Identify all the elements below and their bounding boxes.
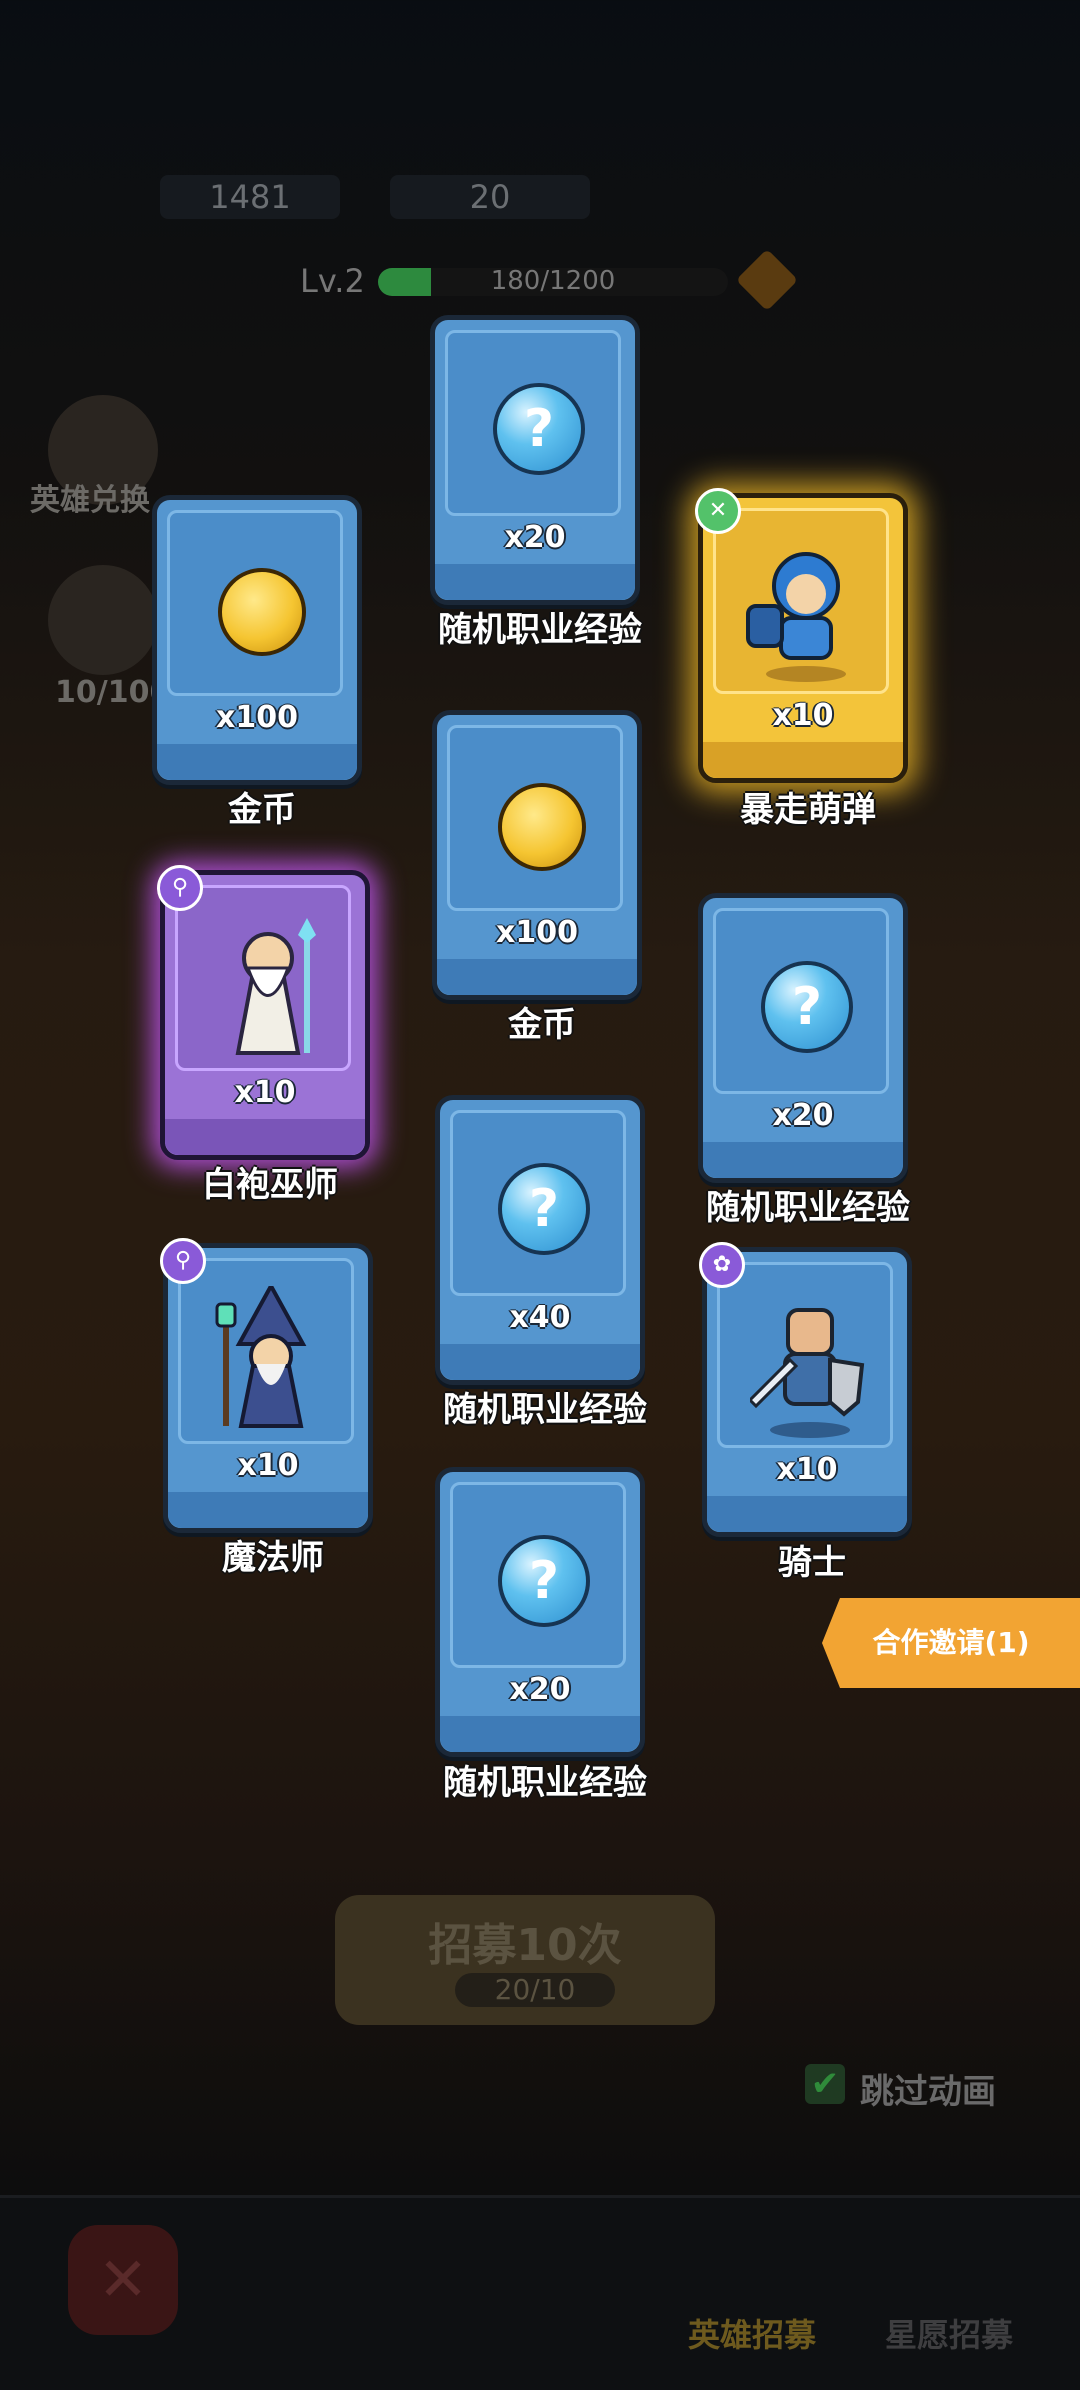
reward-card[interactable]: ? x40 bbox=[435, 1095, 645, 1385]
reward-card-legendary[interactable]: ✕ x10 bbox=[695, 488, 908, 783]
gem-count: 1481 bbox=[160, 175, 340, 219]
class-badge-icon: ✕ bbox=[695, 488, 741, 534]
tab-wish-recruit[interactable]: 星愿招募 bbox=[885, 2310, 1013, 2356]
reward-qty: x10 bbox=[234, 1075, 296, 1110]
reward-card[interactable]: x100 bbox=[152, 495, 362, 785]
skip-animation-label: 跳过动画 bbox=[860, 2072, 996, 2112]
reward-qty: x20 bbox=[509, 1672, 571, 1707]
hero-bomber-icon bbox=[746, 552, 846, 682]
xp-text: 180/1200 bbox=[490, 266, 616, 296]
reward-name: 金币 bbox=[508, 1005, 576, 1045]
class-badge-icon: ⚲ bbox=[157, 865, 203, 911]
reward-name: 随机职业经验 bbox=[443, 1763, 647, 1803]
reward-card[interactable]: ✿ x10 bbox=[699, 1242, 912, 1537]
question-orb-icon: ? bbox=[493, 383, 585, 475]
recruit-10-button[interactable]: 招募10次 20/10 bbox=[335, 1895, 715, 2025]
question-orb-icon: ? bbox=[761, 961, 853, 1053]
reward-name: 金币 bbox=[228, 790, 296, 830]
gold-coin-icon bbox=[218, 568, 306, 656]
level-label: Lv.2 bbox=[300, 262, 365, 300]
class-badge-icon: ⚲ bbox=[160, 1238, 206, 1284]
level-bar: Lv.2 180/1200 bbox=[300, 262, 730, 302]
reward-qty: x100 bbox=[496, 915, 578, 950]
checkbox-icon: ✔ bbox=[805, 2064, 845, 2104]
ticket-count: 20 bbox=[390, 175, 590, 219]
reward-name: 骑士 bbox=[778, 1543, 846, 1583]
close-icon[interactable]: ✕ bbox=[68, 2225, 178, 2335]
star-icon[interactable] bbox=[48, 565, 158, 675]
reward-card[interactable]: ? x20 bbox=[698, 893, 908, 1183]
recruit-count: 20/10 bbox=[455, 1973, 615, 2007]
reward-qty: x10 bbox=[237, 1448, 299, 1483]
coop-invite-button[interactable]: 合作邀请(1) bbox=[822, 1598, 1080, 1688]
mage-icon bbox=[215, 1286, 307, 1428]
skip-animation-toggle[interactable]: ✔ 跳过动画 bbox=[805, 2064, 1025, 2112]
reward-qty: x10 bbox=[772, 698, 834, 733]
currency-bar: 1481 20 bbox=[100, 175, 600, 225]
reward-card-epic[interactable]: ⚲ x10 bbox=[157, 865, 370, 1160]
reward-card[interactable]: ? x20 bbox=[435, 1467, 645, 1757]
reward-qty: x20 bbox=[504, 520, 566, 555]
reward-qty: x40 bbox=[509, 1300, 571, 1335]
reward-qty: x20 bbox=[772, 1098, 834, 1133]
reward-name: 魔法师 bbox=[222, 1538, 324, 1578]
reward-card[interactable]: x100 bbox=[432, 710, 642, 1000]
gold-coin-icon bbox=[498, 783, 586, 871]
knight-icon bbox=[750, 1308, 865, 1438]
white-wizard-icon bbox=[235, 918, 316, 1055]
reward-name: 白袍巫师 bbox=[202, 1165, 338, 1205]
reward-name: 随机职业经验 bbox=[443, 1390, 647, 1430]
question-orb-icon: ? bbox=[498, 1163, 590, 1255]
reward-card[interactable]: ? x20 bbox=[430, 315, 640, 605]
reward-name: 随机职业经验 bbox=[706, 1188, 910, 1228]
class-badge-icon: ✿ bbox=[699, 1242, 745, 1288]
reward-card[interactable]: ⚲ x10 bbox=[160, 1238, 373, 1533]
hero-exchange-label: 英雄兑换 bbox=[30, 483, 150, 518]
reward-name: 随机职业经验 bbox=[438, 610, 642, 650]
recruit-title: 招募10次 bbox=[428, 1920, 622, 1971]
question-orb-icon: ? bbox=[498, 1535, 590, 1627]
tab-hero-recruit[interactable]: 英雄招募 bbox=[688, 2310, 816, 2356]
reward-name: 暴走萌弹 bbox=[740, 790, 876, 830]
reward-qty: x10 bbox=[776, 1452, 838, 1487]
reward-qty: x100 bbox=[216, 700, 298, 735]
